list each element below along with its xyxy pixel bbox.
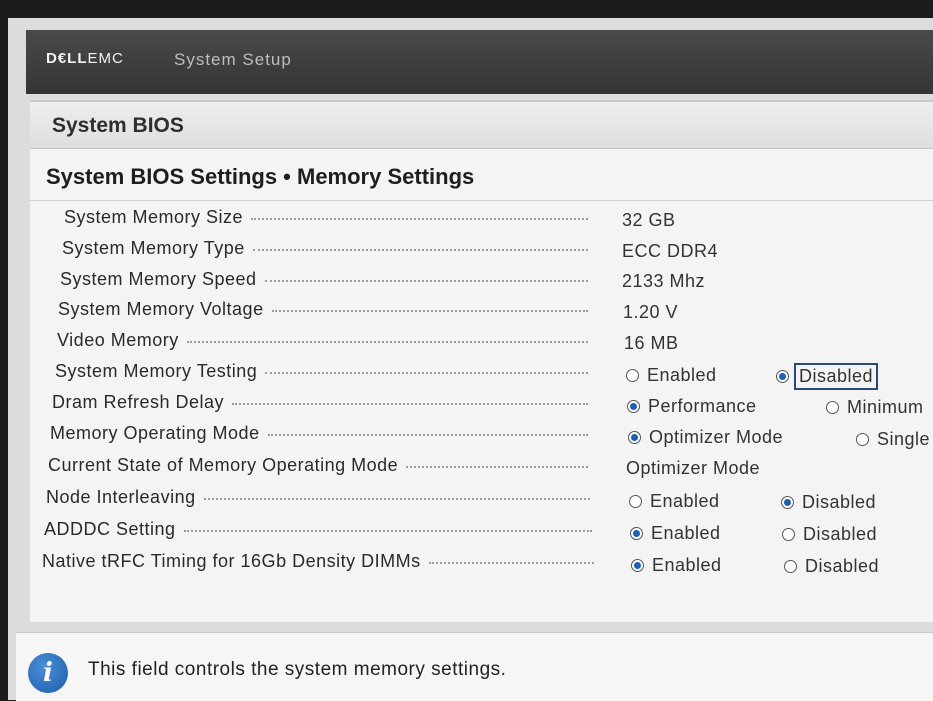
setting-value: 32 GB xyxy=(622,209,676,230)
radio-memory-testing-enabled[interactable]: Enabled xyxy=(626,360,717,390)
dell-emc-logo: D€LLEMC xyxy=(46,50,124,67)
setting-value: 1.20 V xyxy=(623,301,679,322)
breadcrumb: System BIOS Settings • Memory Settings xyxy=(46,164,475,189)
radio-on-icon xyxy=(630,526,643,540)
radio-off-icon xyxy=(856,432,869,446)
setting-label: System Memory Type xyxy=(62,237,245,258)
radio-on-icon xyxy=(781,495,794,509)
divider xyxy=(30,200,933,201)
leader-dots xyxy=(183,530,592,532)
leader-dots xyxy=(203,498,590,500)
setting-row-node-interleaving[interactable]: Node Interleaving xyxy=(46,482,598,512)
radio-on-icon xyxy=(631,558,644,572)
radio-on-icon xyxy=(628,430,641,444)
radio-adddc-enabled[interactable]: Enabled xyxy=(630,518,721,548)
setting-label: System Memory Size xyxy=(64,206,244,227)
setting-row-memory-testing[interactable]: System Memory Testing xyxy=(55,356,596,386)
setting-value: Optimizer Mode xyxy=(626,457,761,478)
header-bar: D€LLEMC System Setup xyxy=(26,30,933,94)
setting-row-memory-voltage[interactable]: System Memory Voltage xyxy=(58,294,596,324)
leader-dots xyxy=(186,341,588,343)
setting-row-memory-operating-mode[interactable]: Memory Operating Mode xyxy=(50,418,596,448)
setting-label: System Memory Testing xyxy=(55,360,258,381)
leader-dots xyxy=(406,466,588,468)
radio-on-icon xyxy=(627,399,640,413)
radio-off-icon xyxy=(826,400,839,414)
radio-off-icon xyxy=(626,368,639,382)
radio-on-icon xyxy=(776,369,789,383)
radio-off-icon xyxy=(629,494,642,508)
setting-label: ADDDC Setting xyxy=(44,518,176,539)
leader-dots xyxy=(265,372,588,374)
setting-value: ECC DDR4 xyxy=(622,240,719,261)
leader-dots xyxy=(251,218,588,220)
radio-node-interleaving-disabled[interactable]: Disabled xyxy=(781,487,876,517)
setting-value: 2133 Mhz xyxy=(622,270,706,291)
radio-adddc-disabled[interactable]: Disabled xyxy=(782,519,877,549)
radio-trfc-disabled[interactable]: Disabled xyxy=(784,551,879,581)
radio-optimizer-mode[interactable]: Optimizer Mode xyxy=(628,422,783,452)
setting-label: Video Memory xyxy=(57,329,179,350)
radio-node-interleaving-enabled[interactable]: Enabled xyxy=(629,486,720,516)
setting-label: Current State of Memory Operating Mode xyxy=(48,454,399,475)
setting-row-native-trfc[interactable]: Native tRFC Timing for 16Gb Density DIMM… xyxy=(42,546,602,576)
section-title: System BIOS xyxy=(52,114,184,137)
setting-value: 16 MB xyxy=(624,332,679,353)
radio-dram-minimum[interactable]: Minimum xyxy=(826,392,924,422)
app-title: System Setup xyxy=(174,50,292,69)
leader-dots xyxy=(267,434,588,436)
radio-off-icon xyxy=(784,559,797,573)
setting-row-memory-size[interactable]: System Memory Size xyxy=(64,202,596,232)
setting-label: Native tRFC Timing for 16Gb Density DIMM… xyxy=(42,550,421,571)
radio-off-icon xyxy=(782,527,795,541)
leader-dots xyxy=(271,310,588,312)
setting-row-video-memory[interactable]: Video Memory xyxy=(57,325,596,355)
section-title-bar: System BIOS xyxy=(30,102,933,149)
radio-memory-testing-disabled[interactable]: Disabled xyxy=(776,361,879,391)
setting-row-current-state[interactable]: Current State of Memory Operating Mode xyxy=(48,450,596,480)
setting-label: System Memory Voltage xyxy=(58,298,264,319)
setting-label: Node Interleaving xyxy=(46,486,196,507)
leader-dots xyxy=(264,280,588,282)
radio-single-mode[interactable]: Single xyxy=(856,424,930,454)
setting-row-memory-type[interactable]: System Memory Type xyxy=(62,233,596,263)
help-text: This field controls the system memory se… xyxy=(88,659,507,680)
setting-label: System Memory Speed xyxy=(60,268,257,289)
setting-row-dram-refresh-delay[interactable]: Dram Refresh Delay xyxy=(52,387,596,417)
radio-trfc-enabled[interactable]: Enabled xyxy=(631,550,722,580)
info-icon: i xyxy=(28,653,68,693)
leader-dots xyxy=(428,562,594,564)
setting-label: Memory Operating Mode xyxy=(50,422,260,443)
leader-dots xyxy=(252,249,588,251)
setting-label: Dram Refresh Delay xyxy=(52,391,225,412)
leader-dots xyxy=(232,403,588,405)
help-bar: i This field controls the system memory … xyxy=(16,632,933,701)
radio-dram-performance[interactable]: Performance xyxy=(627,391,757,421)
setting-row-memory-speed[interactable]: System Memory Speed xyxy=(60,264,596,294)
setting-row-adddc-setting[interactable]: ADDDC Setting xyxy=(44,514,600,544)
